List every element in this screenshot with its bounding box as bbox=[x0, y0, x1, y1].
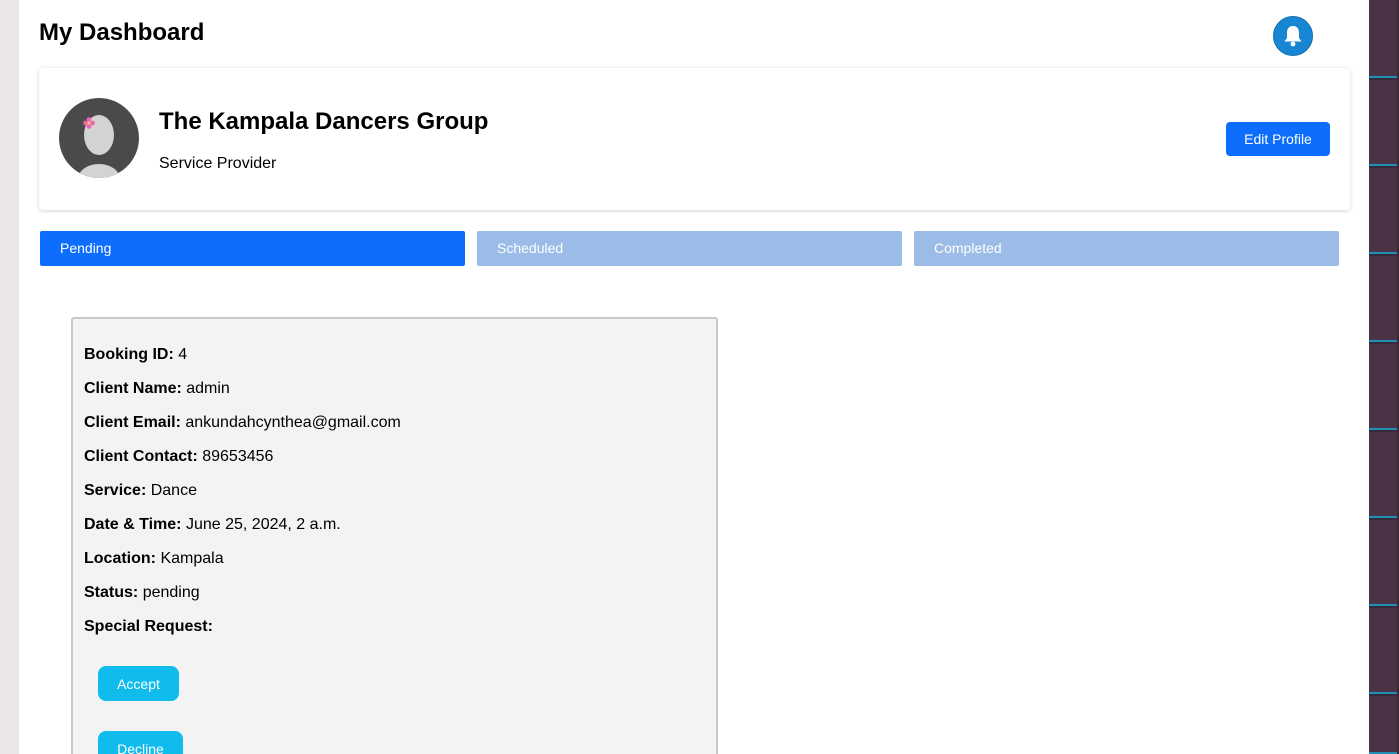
special-request-field: Special Request: bbox=[84, 618, 213, 635]
dashboard-main: My Dashboard The Kampala Dancers Group S… bbox=[19, 0, 1369, 754]
provider-name: The Kampala Dancers Group bbox=[159, 108, 489, 135]
profile-card: The Kampala Dancers Group Service Provid… bbox=[39, 68, 1350, 210]
client-contact-field: Client Contact: 89653456 bbox=[84, 448, 274, 465]
booking-card: Booking ID: 4 Client Name: admin Client … bbox=[71, 317, 718, 754]
location-field: Location: Kampala bbox=[84, 550, 224, 567]
tab-pending[interactable]: Pending bbox=[40, 231, 465, 266]
bell-icon bbox=[1284, 26, 1302, 47]
notification-button[interactable] bbox=[1273, 16, 1313, 56]
flower-icon bbox=[83, 117, 95, 129]
tab-scheduled[interactable]: Scheduled bbox=[477, 231, 902, 266]
avatar bbox=[59, 98, 139, 178]
page-title: My Dashboard bbox=[39, 19, 205, 46]
client-name-field: Client Name: admin bbox=[84, 380, 230, 397]
tab-completed[interactable]: Completed bbox=[914, 231, 1339, 266]
background-window-strip bbox=[1369, 0, 1399, 754]
accept-button[interactable]: Accept bbox=[98, 666, 179, 701]
provider-role: Service Provider bbox=[159, 155, 277, 172]
status-field: Status: pending bbox=[84, 584, 200, 601]
date-time-field: Date & Time: June 25, 2024, 2 a.m. bbox=[84, 516, 341, 533]
booking-id-field: Booking ID: 4 bbox=[84, 346, 188, 363]
service-field: Service: Dance bbox=[84, 482, 197, 499]
decline-button[interactable]: Decline bbox=[98, 731, 183, 754]
edit-profile-button[interactable]: Edit Profile bbox=[1226, 122, 1330, 156]
client-email-field: Client Email: ankundahcynthea@gmail.com bbox=[84, 414, 401, 431]
